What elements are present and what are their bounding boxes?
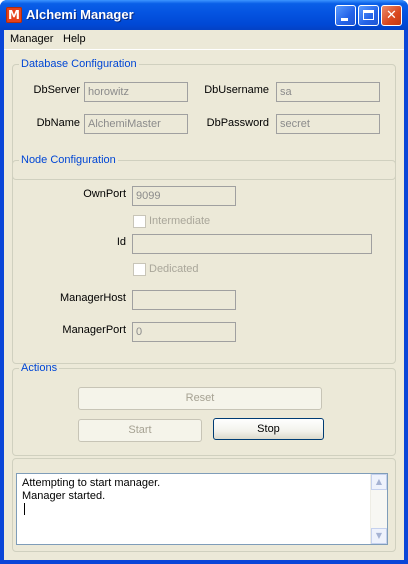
minimize-icon xyxy=(341,18,348,21)
database-configuration-legend: Database Configuration xyxy=(21,58,137,70)
log-line: Manager started. xyxy=(22,490,106,502)
dedicated-label: Dedicated xyxy=(149,263,199,275)
dbusername-input[interactable]: sa xyxy=(276,82,380,102)
intermediate-checkbox[interactable] xyxy=(133,215,146,228)
scroll-up-icon[interactable]: ▲ xyxy=(371,474,387,490)
managerport-label: ManagerPort xyxy=(62,324,126,336)
managerhost-label: ManagerHost xyxy=(59,292,126,304)
managerport-input[interactable]: 0 xyxy=(132,322,236,342)
ownport-label: OwnPort xyxy=(83,188,126,200)
client-area: Manager Help Database Configuration DbSe… xyxy=(4,30,404,560)
maximize-icon xyxy=(363,10,374,20)
dbpassword-input[interactable]: secret xyxy=(276,114,380,134)
menu-help[interactable]: Help xyxy=(63,33,86,45)
dbserver-input[interactable]: horowitz xyxy=(84,82,188,102)
log-scrollbar[interactable]: ▲ ▼ xyxy=(370,474,387,544)
dbserver-label: DbServer xyxy=(33,84,80,96)
ownport-input[interactable]: 9099 xyxy=(132,186,236,206)
maximize-button[interactable] xyxy=(358,5,379,26)
node-configuration-legend: Node Configuration xyxy=(21,154,116,166)
text-caret xyxy=(24,503,25,515)
app-window: M Alchemi Manager ✕ Manager Help Databas… xyxy=(0,0,408,564)
minimize-button[interactable] xyxy=(335,5,356,26)
id-label: Id xyxy=(116,236,126,248)
window-title: Alchemi Manager xyxy=(26,7,134,22)
start-button[interactable]: Start xyxy=(78,419,202,442)
reset-button[interactable]: Reset xyxy=(78,387,322,410)
dbpassword-label: DbPassword xyxy=(206,117,269,129)
dedicated-checkbox[interactable] xyxy=(133,263,146,276)
id-input[interactable] xyxy=(132,234,372,254)
close-button[interactable]: ✕ xyxy=(381,5,402,26)
intermediate-label: Intermediate xyxy=(149,215,211,227)
dbusername-label: DbUsername xyxy=(204,84,269,96)
dbname-label: DbName xyxy=(36,117,80,129)
stop-button[interactable]: Stop xyxy=(213,418,324,440)
app-icon[interactable]: M xyxy=(6,7,22,23)
title-bar[interactable]: M Alchemi Manager ✕ xyxy=(0,0,408,30)
menu-manager[interactable]: Manager xyxy=(10,33,53,45)
log-line: Attempting to start manager. xyxy=(22,477,161,489)
app-icon-glyph: M xyxy=(8,8,20,22)
scroll-down-icon[interactable]: ▼ xyxy=(371,528,387,544)
dbname-input[interactable]: AlchemiMaster xyxy=(84,114,188,134)
managerhost-input[interactable] xyxy=(132,290,236,310)
close-icon: ✕ xyxy=(386,8,397,23)
actions-legend: Actions xyxy=(21,362,58,374)
menu-bar: Manager Help xyxy=(4,30,404,50)
log-textarea[interactable]: Attempting to start manager. Manager sta… xyxy=(16,473,388,545)
